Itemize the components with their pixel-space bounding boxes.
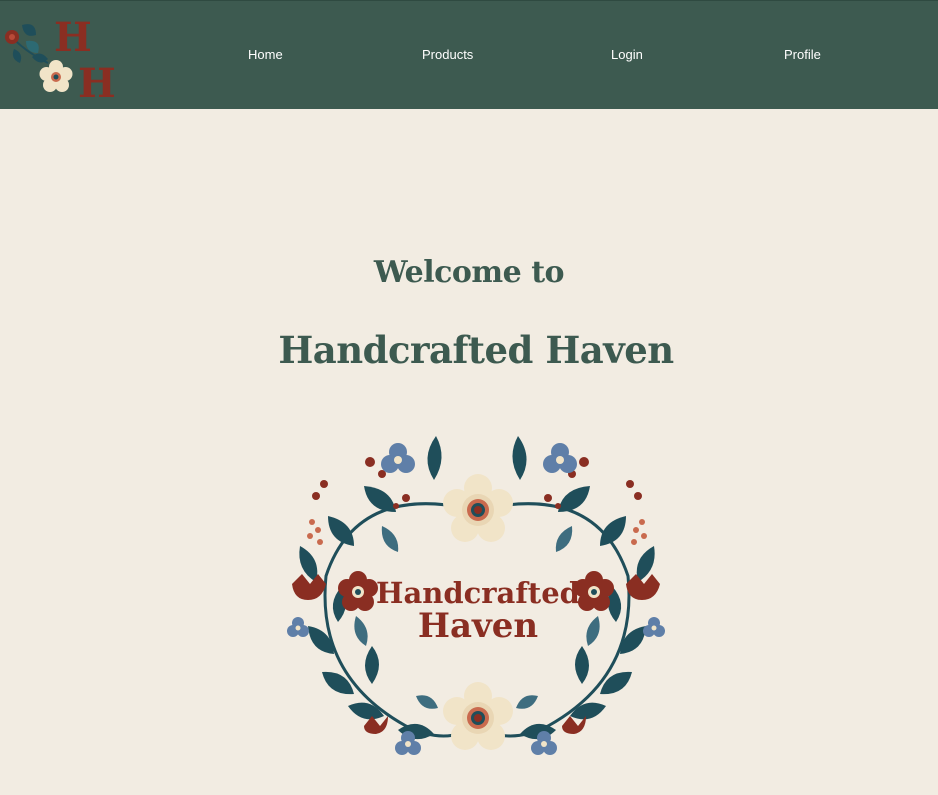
nav-link-products[interactable]: Products bbox=[422, 47, 473, 62]
welcome-heading: Welcome to bbox=[373, 255, 565, 290]
floral-logo-icon: H H bbox=[5, 14, 116, 107]
emblem-line-2: Haven bbox=[418, 606, 538, 646]
emblem-line-1: Handcrafted bbox=[376, 576, 580, 610]
nav-link-home[interactable]: Home bbox=[248, 47, 283, 62]
site-logo[interactable]: H H bbox=[2, 11, 120, 107]
nav-link-login[interactable]: Login bbox=[611, 47, 643, 62]
logo-letter-top: H bbox=[54, 14, 92, 61]
floral-wreath-icon: Handcrafted Haven bbox=[287, 436, 665, 755]
navbar: H H Home Products Login Profile bbox=[0, 0, 938, 109]
nav-link-profile[interactable]: Profile bbox=[784, 47, 821, 62]
logo-letter-bottom: H bbox=[78, 60, 116, 103]
brand-heading: Handcrafted Haven bbox=[278, 328, 674, 372]
